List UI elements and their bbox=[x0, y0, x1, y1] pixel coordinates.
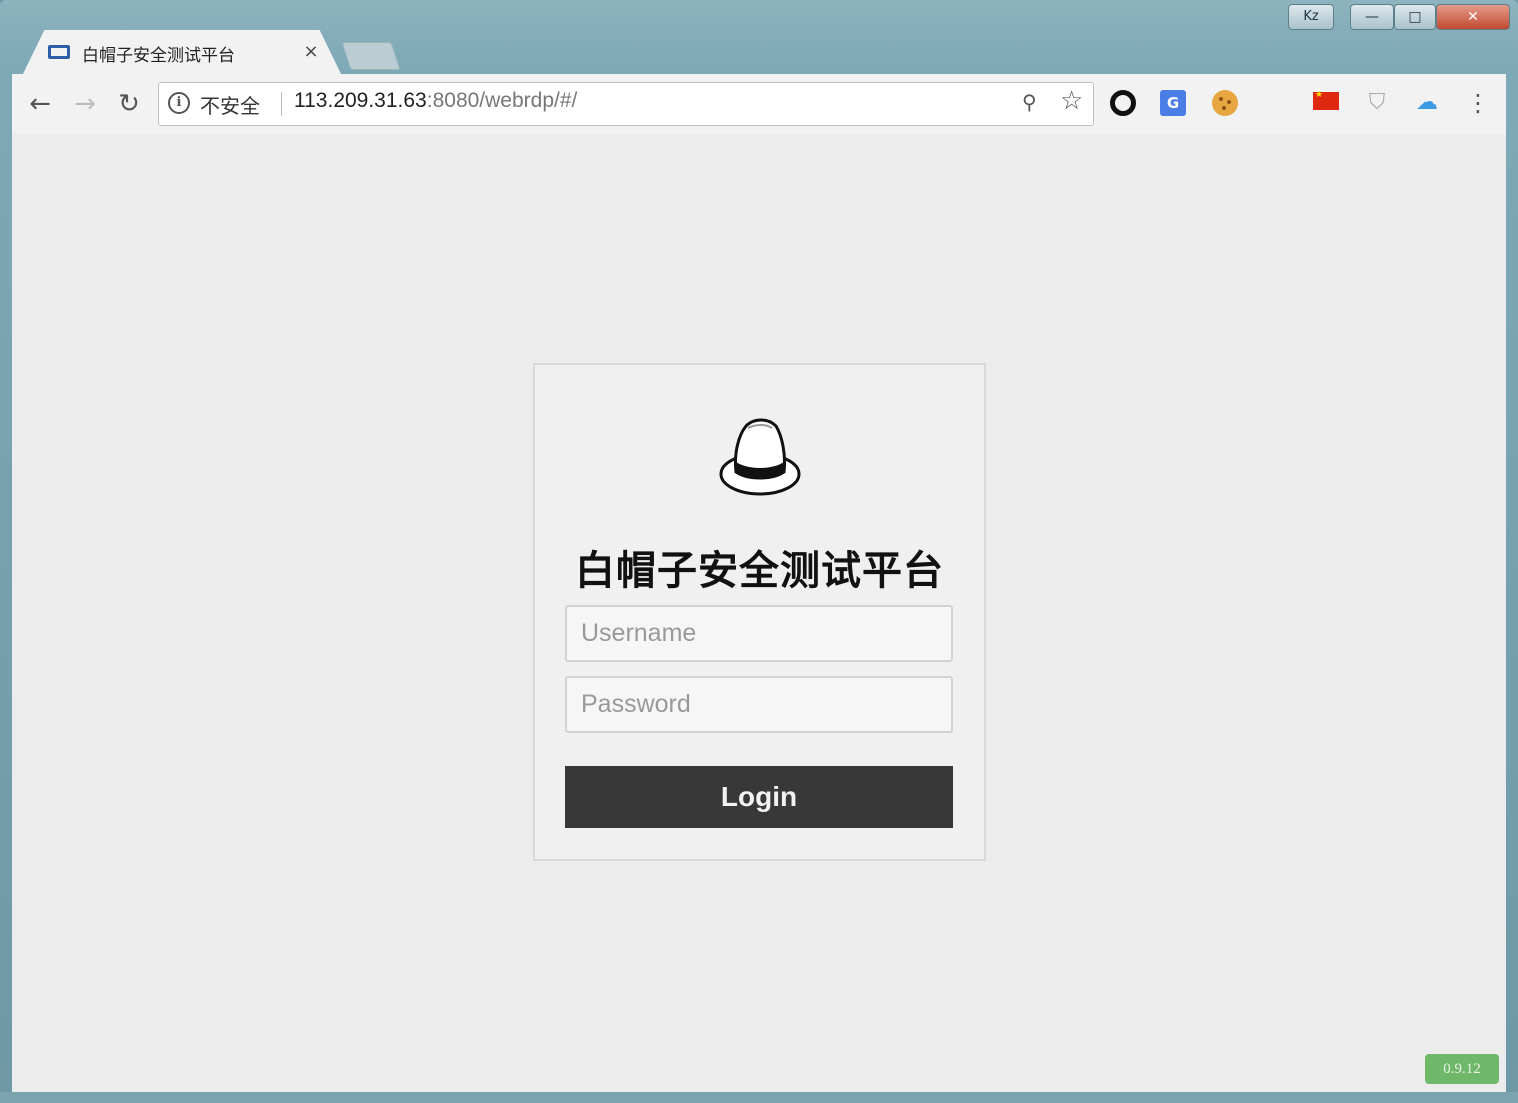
window-bottom-edge bbox=[0, 1092, 1518, 1103]
white-hat-icon bbox=[719, 418, 801, 496]
profile-button[interactable]: Kz bbox=[1288, 4, 1334, 30]
minimize-button[interactable]: — bbox=[1350, 4, 1394, 30]
url-path: :8080/webrdp/#/ bbox=[426, 89, 578, 112]
version-badge: 0.9.12 bbox=[1425, 1054, 1499, 1084]
security-label[interactable]: 不安全 bbox=[200, 90, 260, 119]
info-icon[interactable]: i bbox=[168, 92, 190, 114]
tab-favicon-icon bbox=[48, 45, 70, 59]
login-button[interactable]: Login bbox=[565, 766, 953, 828]
tab-close-icon[interactable]: × bbox=[302, 40, 320, 64]
tab-title: 白帽子安全测试平台 bbox=[82, 46, 235, 66]
password-input[interactable] bbox=[565, 676, 953, 733]
maximize-button[interactable]: □ bbox=[1394, 4, 1436, 30]
url-text[interactable]: 113.209.31.63:8080/webrdp/#/ bbox=[294, 89, 577, 113]
reload-icon[interactable]: ↻ bbox=[112, 88, 146, 120]
cloud-icon[interactable]: ☁ bbox=[1414, 90, 1440, 116]
shield-icon[interactable]: ⛉ bbox=[1364, 90, 1390, 116]
key-icon[interactable]: ⚲ bbox=[1022, 90, 1037, 114]
china-flag-icon[interactable] bbox=[1313, 90, 1339, 110]
username-input[interactable] bbox=[565, 605, 953, 662]
new-tab-button[interactable] bbox=[341, 42, 401, 70]
back-icon[interactable]: ← bbox=[23, 88, 57, 120]
forward-icon[interactable]: → bbox=[68, 88, 102, 120]
cookie-icon[interactable] bbox=[1212, 90, 1238, 116]
browser-menu-icon[interactable]: ⋮ bbox=[1466, 88, 1490, 118]
translate-icon[interactable]: G bbox=[1160, 90, 1186, 116]
address-separator bbox=[281, 92, 282, 116]
url-host: 113.209.31.63 bbox=[294, 89, 427, 112]
app-title: 白帽子安全测试平台 bbox=[575, 548, 944, 594]
bookmark-star-icon[interactable]: ☆ bbox=[1060, 86, 1083, 116]
opera-icon[interactable] bbox=[1110, 90, 1136, 116]
close-window-button[interactable]: ✕ bbox=[1436, 4, 1510, 30]
